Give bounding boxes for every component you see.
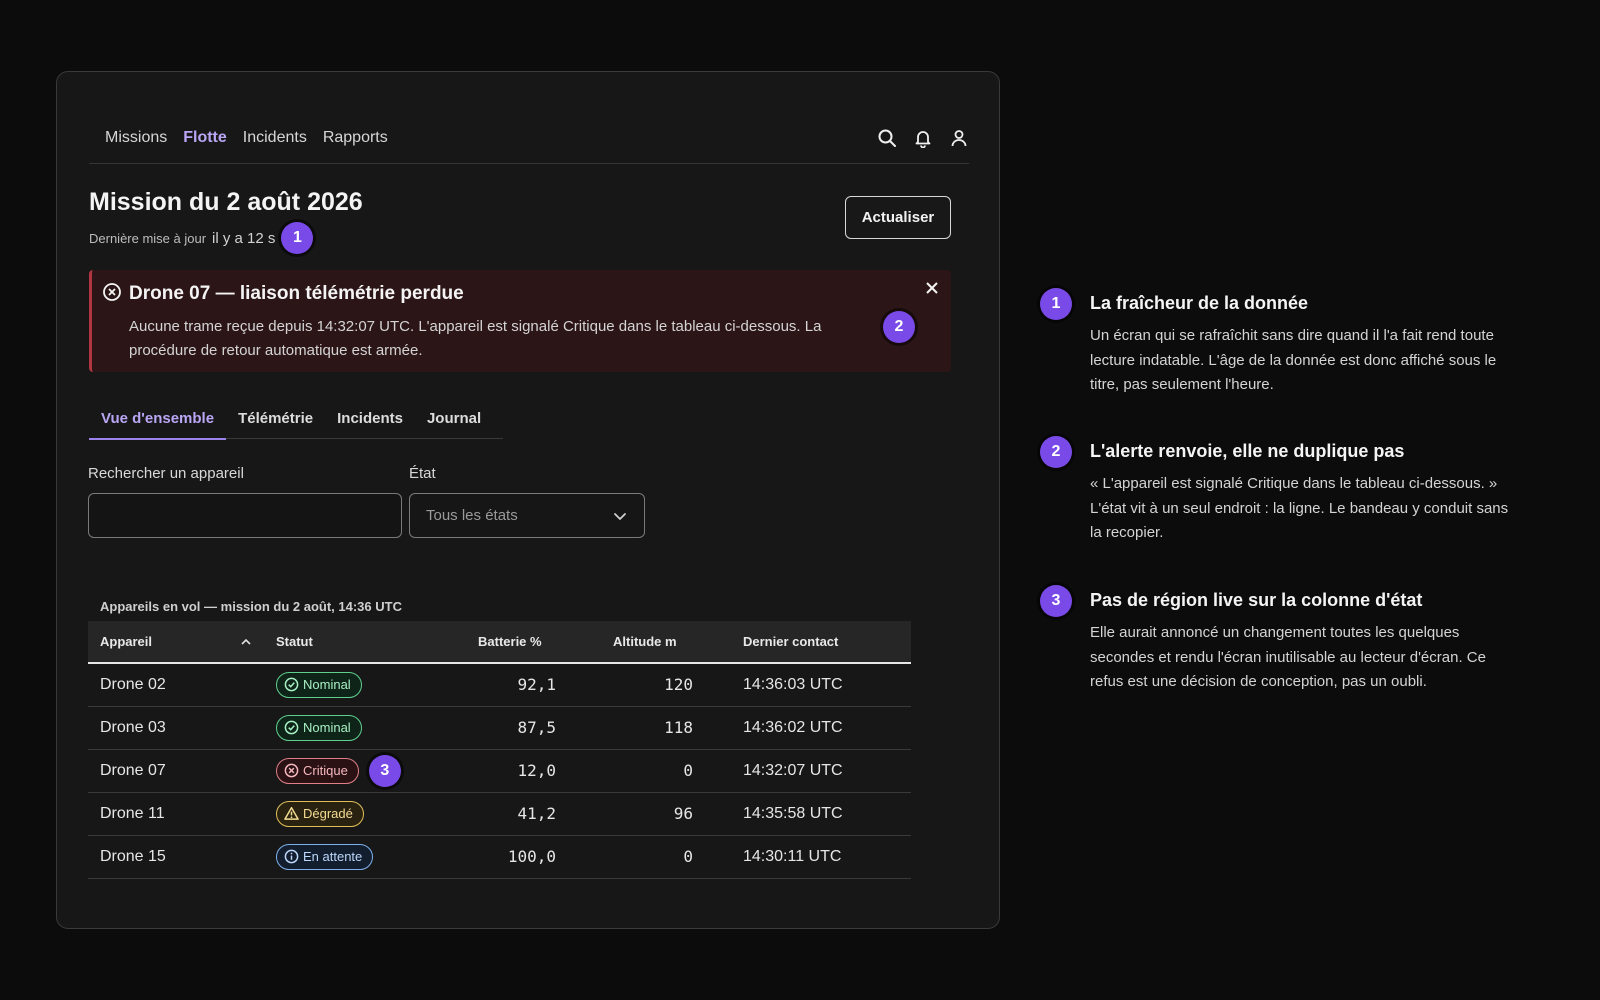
note-title: La fraîcheur de la donnée <box>1090 293 1309 313</box>
table-row: Drone 15 En attente 100,0 0 14:30:11 UTC <box>88 835 911 879</box>
note-title: L'alerte renvoie, elle ne duplique pas <box>1090 441 1405 461</box>
status-badge: En attente <box>276 843 374 870</box>
check-circle-icon <box>284 720 299 735</box>
note-marker-2: 2 <box>1040 436 1072 468</box>
column-header-battery: Batterie % <box>478 634 542 649</box>
device-name: Drone 07 <box>88 749 264 793</box>
check-circle-icon <box>284 677 299 692</box>
status-badge-label: Critique <box>303 763 348 778</box>
table-row: Drone 02 Nominal 92,1 120 14:36:03 UTC <box>88 663 911 707</box>
tab-telemetry[interactable]: Télémétrie <box>226 400 325 438</box>
last-contact: 14:36:03 UTC <box>705 663 911 707</box>
nav-link-rapports[interactable]: Rapports <box>323 129 388 147</box>
note-marker-3: 3 <box>1040 585 1072 617</box>
tab-journal[interactable]: Journal <box>415 400 493 438</box>
device-name: Drone 11 <box>88 792 264 836</box>
status-cell: Critique 3 <box>264 749 434 793</box>
table-header-row: Appareil Statut Batterie % Altitude m De… <box>88 621 911 663</box>
alert-body: Aucune trame reçue depuis 14:32:07 UTC. … <box>129 318 822 359</box>
tab-bar: Vue d'ensemble Télémétrie Incidents Jour… <box>89 400 503 440</box>
state-select[interactable]: Tous les états <box>409 493 645 538</box>
battery-value: 100,0 <box>434 835 568 879</box>
bell-icon[interactable] <box>913 128 933 148</box>
table-row: Drone 11 Dégradé 41,2 96 14:35:58 UTC <box>88 792 911 836</box>
device-name: Drone 03 <box>88 706 264 750</box>
altitude-value: 118 <box>568 706 705 750</box>
search-icon[interactable] <box>877 128 897 148</box>
last-contact: 14:30:11 UTC <box>705 835 911 879</box>
info-circle-icon <box>284 849 299 864</box>
error-circle-icon <box>102 282 122 302</box>
battery-value: 87,5 <box>434 706 568 750</box>
status-badge: Nominal <box>276 714 362 741</box>
note-body: Elle aurait annoncé un changement toutes… <box>1090 624 1486 690</box>
status-badge: Critique <box>276 757 359 784</box>
nav-link-incidents[interactable]: Incidents <box>243 129 307 147</box>
status-cell: En attente <box>264 835 434 879</box>
nav-link-missions[interactable]: Missions <box>105 129 167 147</box>
nav-link-flotte[interactable]: Flotte <box>183 129 227 147</box>
annotation-marker-2: 2 <box>883 311 915 343</box>
last-contact: 14:36:02 UTC <box>705 706 911 750</box>
status-badge: Dégradé <box>276 800 364 827</box>
chevron-down-icon <box>612 508 628 524</box>
battery-value: 12,0 <box>434 749 568 793</box>
device-name: Drone 02 <box>88 663 264 707</box>
note-title: Pas de région live sur la colonne d'état <box>1090 590 1423 610</box>
altitude-value: 0 <box>568 749 705 793</box>
battery-value: 92,1 <box>434 663 568 707</box>
column-header-status: Statut <box>276 634 313 649</box>
status-badge-label: Nominal <box>303 677 351 693</box>
battery-value: 41,2 <box>434 792 568 836</box>
column-header-device-label: Appareil <box>100 634 153 649</box>
dashboard-panel: Missions Flotte Incidents Rapports Missi… <box>56 71 1000 929</box>
tab-overview[interactable]: Vue d'ensemble <box>89 400 227 440</box>
note-body: « L'appareil est signalé Critique dans l… <box>1090 475 1509 541</box>
annotation-marker-1: 1 <box>281 222 314 254</box>
page-title: Mission du 2 août 2026 <box>89 188 363 216</box>
status-cell: Nominal <box>264 663 434 707</box>
table-row: Drone 03 Nominal 87,5 118 14:36:02 UTC <box>88 706 911 750</box>
table-row: Drone 07 Critique 3 12,0 0 14:32:07 UTC <box>88 749 911 793</box>
annotation-marker-3: 3 <box>368 754 401 787</box>
warning-triangle-icon <box>284 806 299 821</box>
user-icon[interactable] <box>949 128 969 148</box>
refresh-button[interactable]: Actualiser <box>845 196 951 239</box>
column-header-altitude: Altitude m <box>613 634 677 649</box>
altitude-value: 120 <box>568 663 705 707</box>
top-nav: Missions Flotte Incidents Rapports <box>89 112 969 164</box>
nav-links: Missions Flotte Incidents Rapports <box>89 129 388 147</box>
alert-title: Drone 07 — liaison télémétrie perdue <box>129 283 464 304</box>
tab-incidents[interactable]: Incidents <box>325 400 415 438</box>
search-label: Rechercher un appareil <box>88 465 244 482</box>
alert-banner: Drone 07 — liaison télémétrie perdue Auc… <box>89 270 951 372</box>
state-select-value: Tous les états <box>426 507 518 524</box>
search-input[interactable] <box>88 493 402 538</box>
last-update: Dernière mise à jour il y a 12 s 1 <box>89 222 314 254</box>
status-badge: Nominal <box>276 671 362 698</box>
altitude-value: 0 <box>568 835 705 879</box>
state-label: État <box>409 465 436 482</box>
last-update-age: il y a 12 s <box>212 229 276 247</box>
error-circle-icon <box>284 763 299 778</box>
status-badge-label: Nominal <box>303 720 351 735</box>
devices-table: Appareil Statut Batterie % Altitude m De… <box>88 621 911 879</box>
status-badge-label: Dégradé <box>303 806 353 821</box>
status-cell: Dégradé <box>264 792 434 836</box>
nav-icons <box>877 128 969 148</box>
last-contact: 14:35:58 UTC <box>705 792 911 836</box>
close-icon[interactable] <box>924 280 940 296</box>
table-caption: Appareils en vol — mission du 2 août, 14… <box>100 599 402 614</box>
last-contact: 14:32:07 UTC <box>705 749 911 793</box>
sort-ascending-icon[interactable] <box>240 636 252 648</box>
column-header-contact: Dernier contact <box>743 634 839 649</box>
status-cell: Nominal <box>264 706 434 750</box>
status-badge-label: En attente <box>303 849 363 864</box>
note-body: Un écran qui se rafraîchit sans dire qua… <box>1090 327 1497 393</box>
column-header-device[interactable]: Appareil <box>88 621 264 663</box>
device-name: Drone 15 <box>88 835 264 879</box>
last-update-label: Dernière mise à jour <box>89 230 207 246</box>
altitude-value: 96 <box>568 792 705 836</box>
note-marker-1: 1 <box>1040 288 1072 320</box>
